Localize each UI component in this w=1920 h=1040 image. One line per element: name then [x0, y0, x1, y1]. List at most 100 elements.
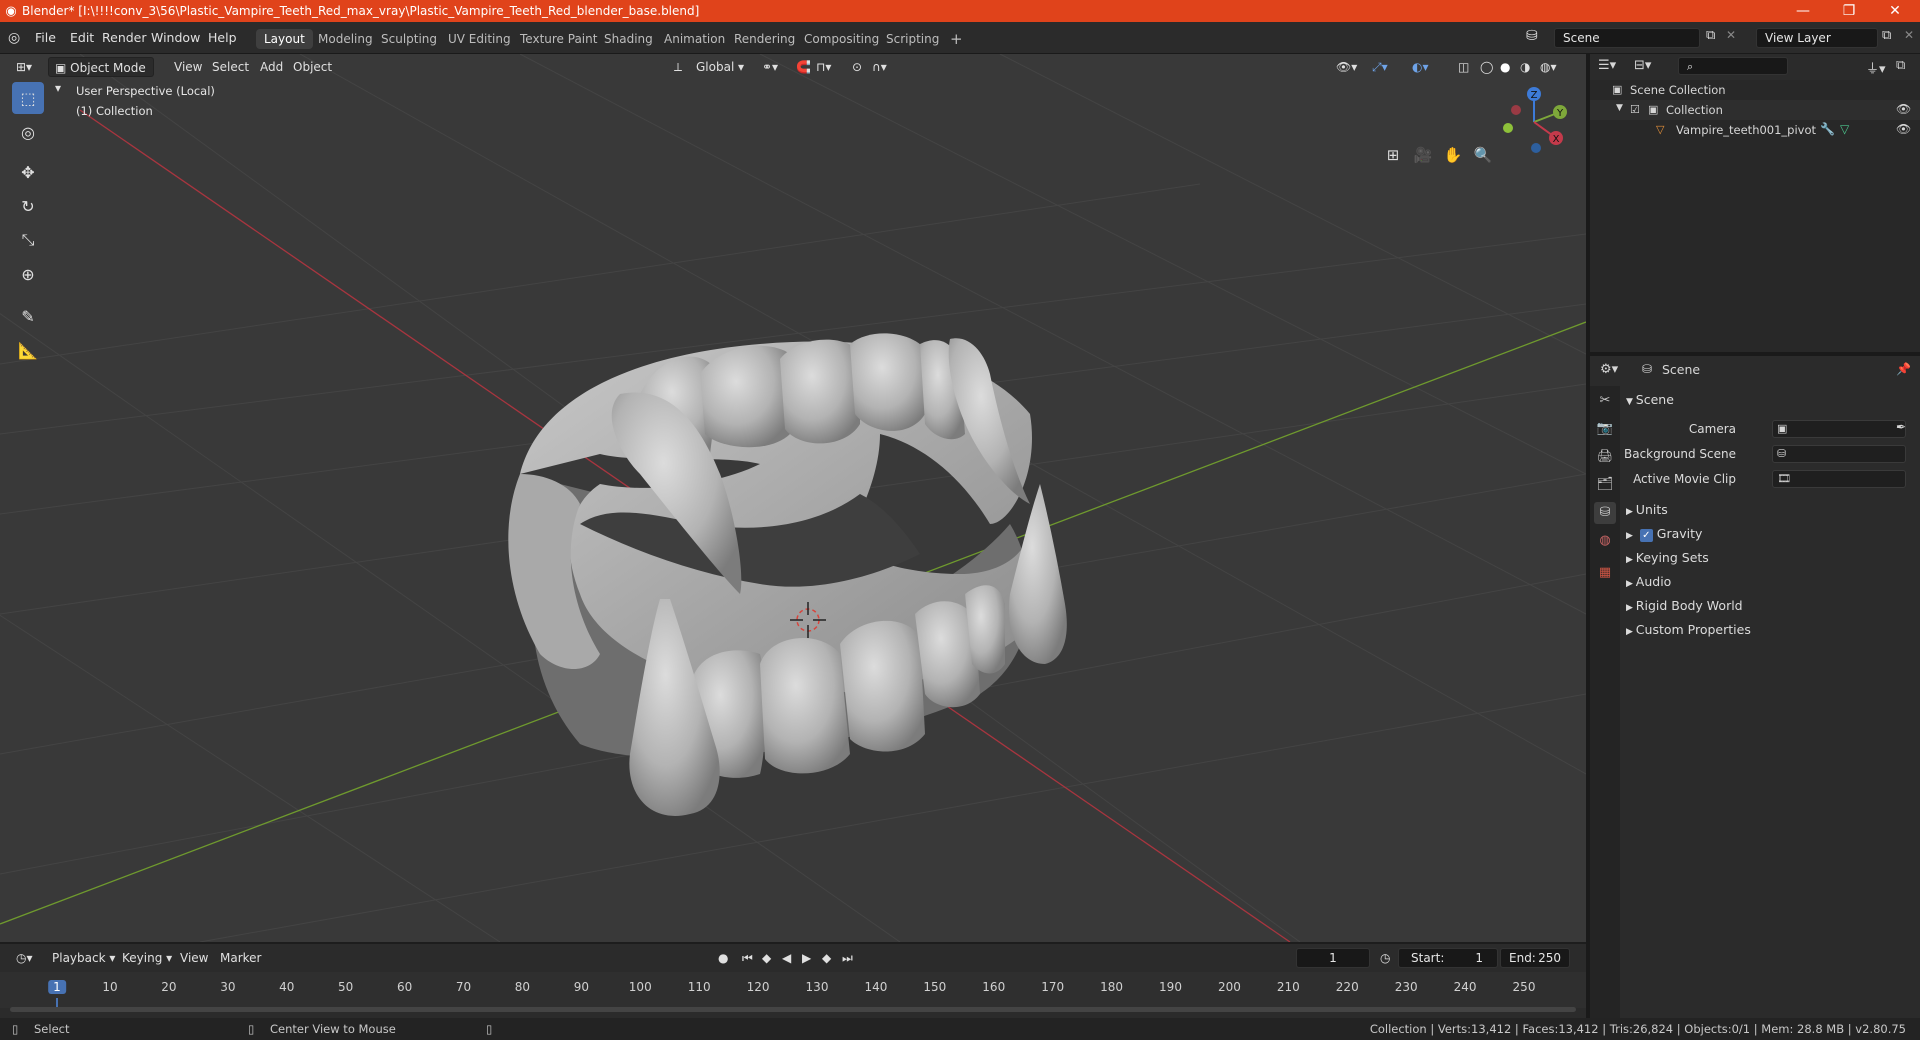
collection-checkbox-icon[interactable]: ☑ — [1630, 103, 1640, 116]
tab-scripting[interactable]: Scripting — [878, 29, 947, 49]
3d-viewport[interactable]: ⊞▾ ▣ Object Mode ▾ View Select Add Objec… — [0, 54, 1586, 942]
scene-selector-icon[interactable]: ⛁ — [1526, 28, 1538, 44]
texture-tab-icon[interactable]: ▦ — [1594, 562, 1616, 584]
audio-section[interactable]: ▶ Audio — [1626, 574, 1671, 589]
eyedropper-icon[interactable]: ✒ — [1896, 420, 1906, 434]
viewport-menu-view[interactable]: View — [168, 57, 208, 77]
menu-edit[interactable]: Edit — [70, 30, 94, 45]
zoom-icon[interactable]: 🔍 — [1470, 142, 1496, 168]
remove-view-layer-icon[interactable]: ✕ — [1904, 28, 1914, 42]
view-layer-field[interactable]: View Layer — [1756, 28, 1878, 48]
new-collection-icon[interactable]: ⧉ — [1896, 58, 1905, 73]
scene-tab-icon[interactable]: ⛁ — [1594, 502, 1616, 524]
outliner-row-object[interactable]: ▽ Vampire_teeth001_pivot 🔧 ▽ 👁 — [1590, 120, 1920, 140]
object-visibility-eye-icon[interactable]: 👁 — [1896, 122, 1911, 136]
pin-icon[interactable]: 📌 — [1896, 362, 1911, 376]
outliner-editor-icon[interactable]: ☰▾ — [1598, 58, 1616, 73]
tab-uv-editing[interactable]: UV Editing — [440, 29, 519, 49]
navigation-gizmo[interactable]: Z Y X — [1494, 82, 1574, 162]
timeline-scrollbar[interactable] — [10, 1007, 1576, 1012]
prev-keyframe-icon[interactable]: ◆ — [756, 948, 777, 968]
remove-scene-icon[interactable]: ✕ — [1726, 28, 1736, 42]
tab-compositing[interactable]: Compositing — [796, 29, 887, 49]
record-icon[interactable]: ● — [712, 948, 734, 968]
background-scene-field[interactable]: ⛁ — [1772, 445, 1906, 463]
clock-icon[interactable]: ◷ — [1374, 948, 1396, 968]
mode-selector[interactable]: ▣ Object Mode ▾ — [48, 57, 154, 95]
orientation-chevron-icon[interactable]: ▾ — [732, 57, 750, 77]
measure-tool-icon[interactable]: 📐 — [12, 334, 44, 366]
xray-icon[interactable]: ◫ — [1452, 57, 1475, 77]
active-movie-clip-field[interactable]: 🎞 — [1772, 470, 1906, 488]
proportional-edit-icon[interactable]: ⊙ — [846, 57, 868, 77]
play-icon[interactable]: ▶ — [796, 948, 817, 968]
move-tool-icon[interactable]: ✥ — [12, 156, 44, 188]
timeline-editor-icon[interactable]: ◷▾ — [10, 948, 39, 968]
menu-render[interactable]: Render — [102, 30, 147, 45]
scale-tool-icon[interactable]: ⤡ — [12, 224, 44, 256]
tab-rendering[interactable]: Rendering — [726, 29, 803, 49]
keying-sets-section[interactable]: ▶ Keying Sets — [1626, 550, 1709, 565]
menu-file[interactable]: File — [35, 30, 56, 45]
transform-tool-icon[interactable]: ⊕ — [12, 258, 44, 290]
custom-properties-section[interactable]: ▶ Custom Properties — [1626, 622, 1751, 637]
gizmo-neg-x-icon[interactable] — [1511, 105, 1521, 115]
outliner-row-collection[interactable]: ▼ ☑ ▣ Collection 👁 — [1590, 100, 1920, 120]
new-scene-icon[interactable]: ⧉ — [1706, 28, 1715, 43]
toggle-grid-icon[interactable]: ⊞ — [1380, 142, 1406, 168]
pivot-point-icon[interactable]: ⚭▾ — [756, 57, 784, 77]
tab-modeling[interactable]: Modeling — [310, 29, 381, 49]
snap-target-icon[interactable]: ⊓▾ — [810, 57, 837, 77]
viewport-menu-object[interactable]: Object — [287, 57, 338, 77]
current-frame-field[interactable]: 1 — [1296, 948, 1370, 968]
modifier-wrench-icon[interactable]: 🔧 — [1820, 122, 1835, 136]
display-mode-icon[interactable]: ⊟▾ — [1634, 58, 1651, 73]
collection-visibility-eye-icon[interactable]: 👁 — [1896, 102, 1911, 116]
viewport-menu-select[interactable]: Select — [206, 57, 255, 77]
frame-ruler[interactable]: 1 10 20 30 40 50 60 70 80 90 100 110 120 130 140 150 160… — [0, 972, 1586, 1008]
gizmo-toggle-icon[interactable]: ⤢▾ — [1366, 57, 1394, 77]
editor-type-icon[interactable]: ⊞▾ — [10, 57, 38, 77]
world-tab-icon[interactable]: ◍ — [1594, 530, 1616, 552]
rigid-body-world-section[interactable]: ▶ Rigid Body World — [1626, 598, 1743, 613]
viewport-menu-add[interactable]: Add — [254, 57, 289, 77]
cursor-tool-icon[interactable]: ◎ — [12, 116, 44, 148]
new-view-layer-icon[interactable]: ⧉ — [1882, 28, 1891, 43]
scene-panel-header[interactable]: ▼ Scene — [1626, 392, 1674, 407]
play-reverse-icon[interactable]: ◀ — [776, 948, 797, 968]
mesh-data-icon[interactable]: ▽ — [1840, 122, 1849, 136]
tool-tab-icon[interactable]: ✂ — [1594, 390, 1616, 412]
timeline-menu-keying[interactable]: Keying ▾ — [116, 948, 178, 968]
expand-collection-icon[interactable]: ▼ — [1616, 103, 1623, 113]
scene-name-field[interactable]: Scene — [1554, 28, 1700, 48]
end-frame-field[interactable]: End: 250 — [1500, 948, 1570, 968]
filter-icon[interactable]: ⏚▾ — [1866, 58, 1886, 77]
menu-window[interactable]: Window — [151, 30, 200, 45]
tab-shading[interactable]: Shading — [596, 29, 661, 49]
jump-end-icon[interactable]: ⏭ — [836, 948, 859, 968]
tab-layout[interactable]: Layout — [256, 29, 313, 49]
rotate-tool-icon[interactable]: ↻ — [12, 190, 44, 222]
gizmo-neg-y-icon[interactable] — [1503, 123, 1513, 133]
tab-animation[interactable]: Animation — [656, 29, 733, 49]
next-keyframe-icon[interactable]: ◆ — [816, 948, 837, 968]
timeline-menu-marker[interactable]: Marker — [214, 948, 267, 968]
camera-view-icon[interactable]: 🎥 — [1410, 142, 1436, 168]
gravity-section[interactable]: ▶ ✓ Gravity — [1626, 526, 1702, 542]
annotate-tool-icon[interactable]: ✎ — [12, 300, 44, 332]
timeline-menu-playback[interactable]: Playback ▾ — [46, 948, 121, 968]
tab-sculpting[interactable]: Sculpting — [373, 29, 445, 49]
render-tab-icon[interactable]: 📷 — [1594, 418, 1616, 440]
timeline-menu-view[interactable]: View — [174, 948, 214, 968]
gravity-checkbox[interactable]: ✓ — [1639, 529, 1653, 542]
menu-help[interactable]: Help — [208, 30, 237, 45]
transform-orientation-icon[interactable]: ⟂ — [668, 57, 688, 77]
outliner-search-input[interactable]: ⌕ — [1678, 57, 1788, 75]
maximize-button[interactable]: ❐ — [1826, 0, 1872, 22]
shading-rendered-icon[interactable]: ◍▾ — [1534, 57, 1563, 77]
outliner-row-scene-collection[interactable]: ▣ Scene Collection — [1590, 80, 1920, 100]
minimize-button[interactable]: — — [1780, 0, 1826, 22]
gizmo-neg-z-icon[interactable] — [1531, 143, 1541, 153]
tab-texture-paint[interactable]: Texture Paint — [512, 29, 605, 49]
overlay-toggle-icon[interactable]: ◐▾ — [1406, 57, 1435, 77]
